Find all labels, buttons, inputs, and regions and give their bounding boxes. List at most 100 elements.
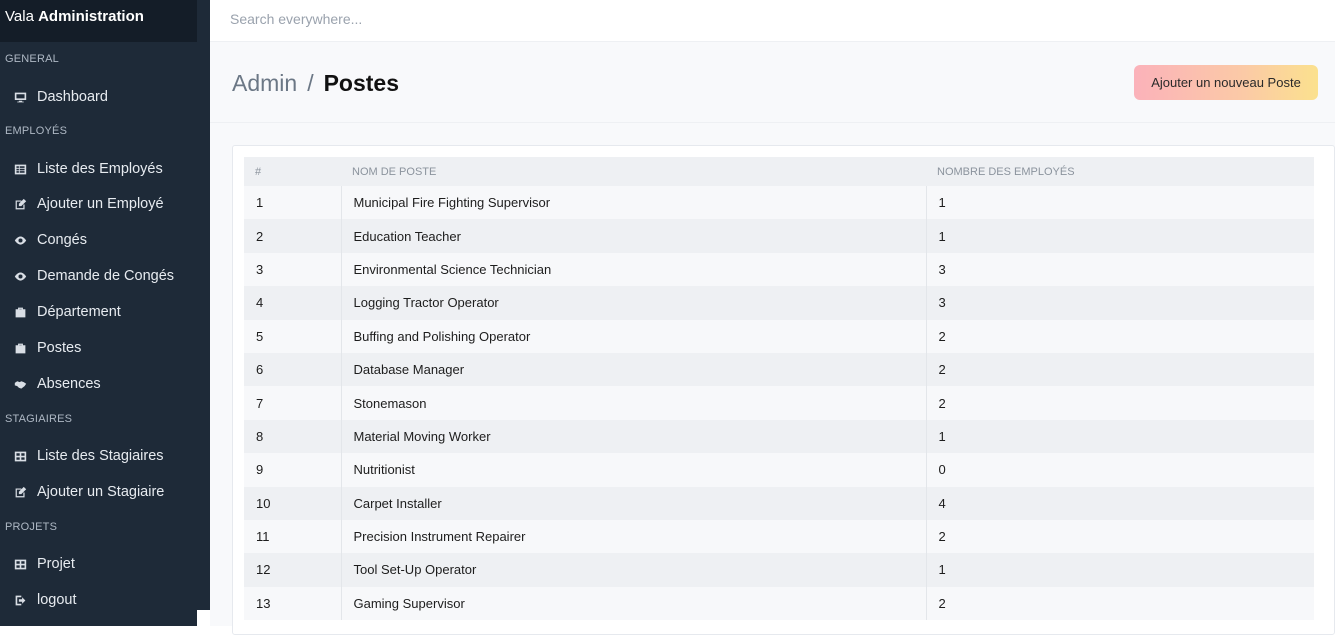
eye-icon xyxy=(0,234,37,247)
cell-index: 8 xyxy=(256,428,264,444)
briefcase-icon xyxy=(0,342,37,355)
cell-nombre-employes: 1 xyxy=(925,186,1314,220)
sidebar-item-projet[interactable]: Projet xyxy=(0,549,210,579)
search-input[interactable] xyxy=(230,9,730,29)
sidebar-item-label: Postes xyxy=(37,340,82,356)
section-stagiaires: STAGIAIRES xyxy=(5,413,73,425)
sidebar-item-label: Demande de Congés xyxy=(37,268,175,284)
table-row[interactable]: 9 Nutritionist 0 xyxy=(244,453,1314,487)
column-header-nom[interactable]: NOM DE POSTE xyxy=(341,157,926,186)
cell-index: 9 xyxy=(256,462,264,478)
table-row[interactable]: 6 Database Manager 2 xyxy=(244,352,1314,387)
grid-icon xyxy=(0,450,37,463)
section-general: GENERAL xyxy=(5,53,59,65)
column-header-index[interactable]: # xyxy=(244,157,341,186)
brand-logo[interactable]: Vala Administration xyxy=(0,0,197,42)
breadcrumb: Admin / Postes xyxy=(232,70,399,97)
sidebar-item-liste-stagiaires[interactable]: Liste des Stagiaires xyxy=(0,441,210,471)
cell-index: 13 xyxy=(256,595,271,611)
eye-icon xyxy=(0,270,37,283)
cell-nom-de-poste: Database Manager xyxy=(340,352,926,387)
sidebar-item-dashboard[interactable]: Dashboard xyxy=(0,82,210,112)
table-row[interactable]: 10 Carpet Installer 4 xyxy=(244,486,1314,520)
postes-card: # NOM DE POSTE NOMBRE DES EMPLOYÉS 1 Muni… xyxy=(232,145,1335,635)
edit-icon xyxy=(0,486,37,499)
cell-index: 12 xyxy=(256,562,271,578)
table-row[interactable]: 3 Environmental Science Technician 3 xyxy=(244,252,1314,287)
cell-nombre-employes: 2 xyxy=(925,586,1314,621)
cell-nombre-employes: 3 xyxy=(925,252,1314,287)
cell-nom-de-poste: Precision Instrument Repairer xyxy=(340,519,926,554)
sidebar-item-label: Absences xyxy=(37,376,101,392)
sidebar-item-absences[interactable]: Absences xyxy=(0,369,210,399)
section-projets: PROJETS xyxy=(5,521,58,533)
cell-nombre-employes: 1 xyxy=(925,419,1314,454)
table-row[interactable]: 12 Tool Set-Up Operator 1 xyxy=(244,553,1314,587)
cell-nom-de-poste: Municipal Fire Fighting Supervisor xyxy=(340,186,926,220)
sidebar-item-conges[interactable]: Congés xyxy=(0,225,210,255)
sidebar-item-departement[interactable]: Département xyxy=(0,297,210,327)
cell-nom-de-poste: Stonemason xyxy=(340,386,926,420)
brand-title: Administration xyxy=(38,8,144,25)
table-row[interactable]: 8 Material Moving Worker 1 xyxy=(244,419,1314,454)
cell-nom-de-poste: Gaming Supervisor xyxy=(340,586,926,621)
cell-index: 3 xyxy=(256,261,264,277)
postes-table: # NOM DE POSTE NOMBRE DES EMPLOYÉS 1 Muni… xyxy=(244,157,1314,621)
cell-nombre-employes: 1 xyxy=(925,553,1314,587)
table-row[interactable]: 11 Precision Instrument Repairer 2 xyxy=(244,519,1314,554)
cell-nom-de-poste: Tool Set-Up Operator xyxy=(340,553,926,587)
cell-nom-de-poste: Environmental Science Technician xyxy=(340,252,926,287)
sidebar-item-ajouter-employe[interactable]: Ajouter un Employé xyxy=(0,189,210,219)
grid-icon xyxy=(0,558,37,571)
briefcase-icon xyxy=(0,306,37,319)
table-row[interactable]: 13 Gaming Supervisor 2 xyxy=(244,586,1314,621)
table-icon xyxy=(0,163,37,176)
cell-nombre-employes: 2 xyxy=(925,386,1314,420)
cell-index: 4 xyxy=(256,295,264,311)
cell-nombre-employes: 2 xyxy=(925,319,1314,353)
column-header-nombre[interactable]: NOMBRE DES EMPLOYÉS xyxy=(926,157,1314,186)
sidebar-item-liste-employes[interactable]: Liste des Employés xyxy=(0,154,210,184)
cell-index: 6 xyxy=(256,362,264,378)
sidebar-item-label: Dashboard xyxy=(37,89,108,105)
cell-nombre-employes: 2 xyxy=(925,352,1314,387)
cell-nom-de-poste: Carpet Installer xyxy=(340,486,926,520)
sidebar-item-ajouter-stagiaire[interactable]: Ajouter un Stagiaire xyxy=(0,477,210,507)
section-employes: EMPLOYÉS xyxy=(5,125,68,137)
cell-nom-de-poste: Material Moving Worker xyxy=(340,419,926,454)
sidebar-item-label: Liste des Employés xyxy=(37,161,163,177)
sidebar-item-demande-conges[interactable]: Demande de Congés xyxy=(0,261,210,291)
cell-index: 1 xyxy=(256,195,264,211)
cell-nombre-employes: 0 xyxy=(925,453,1314,487)
sidebar-corner xyxy=(197,610,210,626)
add-poste-button[interactable]: Ajouter un nouveau Poste xyxy=(1134,65,1318,100)
monitor-icon xyxy=(0,91,37,104)
sidebar-item-label: logout xyxy=(37,592,77,608)
table-header-row: # NOM DE POSTE NOMBRE DES EMPLOYÉS xyxy=(244,157,1314,186)
sidebar-item-postes[interactable]: Postes xyxy=(0,333,210,363)
main-content: # NOM DE POSTE NOMBRE DES EMPLOYÉS 1 Muni… xyxy=(210,123,1335,635)
table-row[interactable]: 4 Logging Tractor Operator 3 xyxy=(244,286,1314,320)
breadcrumb-root[interactable]: Admin xyxy=(232,70,297,96)
breadcrumb-separator: / xyxy=(307,70,314,96)
cell-nom-de-poste: Nutritionist xyxy=(340,453,926,487)
cell-index: 2 xyxy=(256,228,264,244)
table-row[interactable]: 1 Municipal Fire Fighting Supervisor 1 xyxy=(244,186,1314,220)
cell-index: 10 xyxy=(256,495,271,511)
cell-nom-de-poste: Buffing and Polishing Operator xyxy=(340,319,926,353)
cell-index: 5 xyxy=(256,328,264,344)
sidebar-item-label: Ajouter un Stagiaire xyxy=(37,484,165,500)
sidebar-item-label: Département xyxy=(37,304,121,320)
sidebar-item-label: Liste des Stagiaires xyxy=(37,448,164,464)
page-title: Postes xyxy=(323,70,400,96)
cell-nombre-employes: 4 xyxy=(925,486,1314,520)
table-row[interactable]: 7 Stonemason 2 xyxy=(244,386,1314,420)
cell-nombre-employes: 1 xyxy=(925,219,1314,253)
sidebar-item-logout[interactable]: logout xyxy=(0,585,210,615)
table-row[interactable]: 5 Buffing and Polishing Operator 2 xyxy=(244,319,1314,353)
brand-prefix: Vala xyxy=(5,8,34,25)
cell-index: 7 xyxy=(256,395,264,411)
cell-index: 11 xyxy=(256,529,270,545)
logout-icon xyxy=(0,594,37,607)
table-row[interactable]: 2 Education Teacher 1 xyxy=(244,219,1314,253)
